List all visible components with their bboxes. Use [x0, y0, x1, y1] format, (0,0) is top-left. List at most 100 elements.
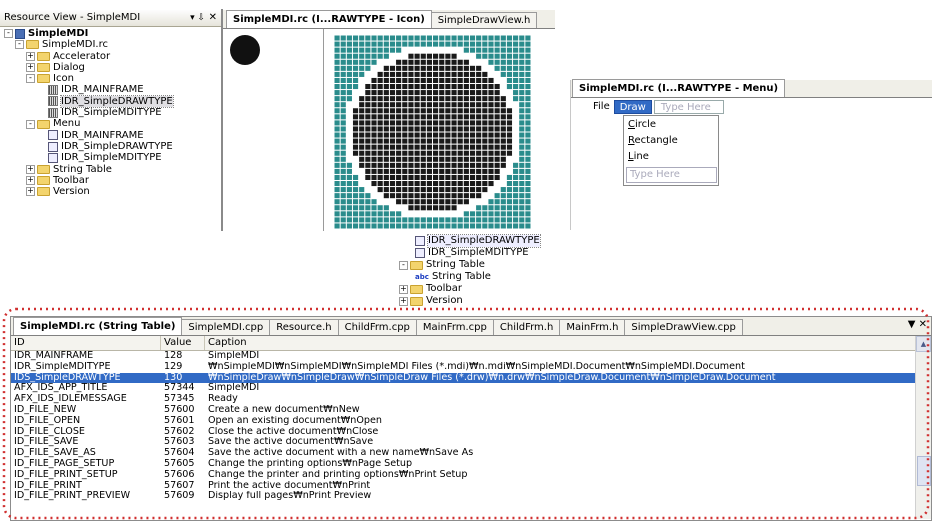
- icon-pixel[interactable]: [439, 35, 445, 41]
- icon-pixel[interactable]: [340, 144, 346, 150]
- icon-pixel[interactable]: [371, 138, 377, 144]
- icon-pixel[interactable]: [494, 211, 500, 217]
- icon-pixel[interactable]: [352, 108, 359, 114]
- icon-pixel[interactable]: [457, 144, 463, 150]
- icon-pixel[interactable]: [506, 120, 513, 126]
- icon-pixel[interactable]: [352, 84, 359, 90]
- icon-pixel[interactable]: [377, 120, 383, 126]
- icon-pixel[interactable]: [389, 126, 396, 132]
- icon-pixel[interactable]: [494, 187, 500, 193]
- icon-pixel[interactable]: [389, 144, 396, 150]
- icon-pixel[interactable]: [359, 156, 365, 162]
- icon-pixel[interactable]: [457, 211, 463, 217]
- icon-pixel[interactable]: [525, 59, 531, 65]
- icon-pixel[interactable]: [365, 90, 371, 96]
- icon-pixel[interactable]: [402, 53, 408, 59]
- icon-pixel[interactable]: [402, 205, 408, 211]
- icon-pixel[interactable]: [346, 174, 352, 180]
- icon-pixel[interactable]: [451, 126, 457, 132]
- icon-pixel[interactable]: [469, 71, 476, 77]
- icon-pixel[interactable]: [433, 84, 439, 90]
- icon-pixel[interactable]: [525, 108, 531, 114]
- icon-pixel[interactable]: [352, 187, 359, 193]
- icon-pixel[interactable]: [488, 174, 494, 180]
- icon-pixel[interactable]: [506, 187, 513, 193]
- icon-pixel[interactable]: [457, 59, 463, 65]
- icon-pixel[interactable]: [494, 53, 500, 59]
- icon-pixel[interactable]: [451, 211, 457, 217]
- icon-pixel[interactable]: [414, 150, 420, 156]
- icon-pixel[interactable]: [414, 77, 420, 83]
- icon-pixel[interactable]: [365, 35, 371, 41]
- icon-pixel[interactable]: [359, 181, 365, 187]
- icon-pixel[interactable]: [420, 47, 426, 53]
- icon-pixel[interactable]: [525, 205, 531, 211]
- icon-pixel[interactable]: [451, 150, 457, 156]
- icon-pixel[interactable]: [389, 162, 396, 168]
- icon-pixel[interactable]: [414, 47, 420, 53]
- icon-pixel[interactable]: [457, 126, 463, 132]
- icon-pixel[interactable]: [426, 168, 432, 174]
- icon-pixel[interactable]: [389, 96, 396, 102]
- icon-pixel[interactable]: [519, 53, 525, 59]
- icon-pixel[interactable]: [451, 162, 457, 168]
- icon-pixel[interactable]: [371, 84, 377, 90]
- icon-pixel[interactable]: [445, 174, 451, 180]
- icon-pixel[interactable]: [340, 181, 346, 187]
- icon-pixel[interactable]: [334, 120, 340, 126]
- icon-pixel[interactable]: [488, 108, 494, 114]
- icon-pixel[interactable]: [389, 114, 396, 120]
- icon-pixel[interactable]: [457, 65, 463, 71]
- collapse-icon[interactable]: -: [26, 119, 35, 129]
- icon-pixel[interactable]: [482, 90, 488, 96]
- icon-pixel[interactable]: [383, 35, 389, 41]
- icon-pixel[interactable]: [340, 102, 346, 108]
- icon-pixel[interactable]: [457, 138, 463, 144]
- icon-pixel[interactable]: [457, 168, 463, 174]
- icon-pixel[interactable]: [439, 102, 445, 108]
- icon-pixel[interactable]: [433, 108, 439, 114]
- icon-pixel[interactable]: [482, 138, 488, 144]
- icon-pixel[interactable]: [414, 59, 420, 65]
- icon-pixel[interactable]: [408, 59, 414, 65]
- icon-pixel[interactable]: [463, 108, 469, 114]
- icon-pixel[interactable]: [439, 217, 445, 223]
- icon-pixel[interactable]: [371, 114, 377, 120]
- icon-pixel[interactable]: [420, 199, 426, 205]
- icon-pixel[interactable]: [500, 35, 506, 41]
- icon-pixel[interactable]: [383, 193, 389, 199]
- icon-pixel[interactable]: [519, 35, 525, 41]
- icon-pixel-canvas[interactable]: [334, 35, 531, 229]
- tree-item[interactable]: - String Table: [395, 259, 560, 271]
- icon-pixel[interactable]: [402, 223, 408, 229]
- icon-pixel[interactable]: [414, 35, 420, 41]
- icon-pixel[interactable]: [426, 102, 432, 108]
- icon-pixel[interactable]: [371, 156, 377, 162]
- icon-pixel[interactable]: [420, 53, 426, 59]
- icon-pixel[interactable]: [377, 187, 383, 193]
- icon-pixel[interactable]: [513, 144, 519, 150]
- icon-pixel[interactable]: [340, 84, 346, 90]
- icon-pixel[interactable]: [377, 217, 383, 223]
- icon-pixel[interactable]: [352, 65, 359, 71]
- icon-pixel[interactable]: [408, 150, 414, 156]
- icon-pixel[interactable]: [426, 84, 432, 90]
- icon-pixel[interactable]: [439, 150, 445, 156]
- icon-pixel[interactable]: [451, 47, 457, 53]
- icon-pixel[interactable]: [365, 108, 371, 114]
- icon-pixel[interactable]: [352, 223, 359, 229]
- icon-pixel[interactable]: [371, 35, 377, 41]
- icon-pixel[interactable]: [420, 223, 426, 229]
- icon-pixel[interactable]: [525, 181, 531, 187]
- icon-pixel[interactable]: [445, 181, 451, 187]
- icon-pixel[interactable]: [346, 71, 352, 77]
- icon-pixel[interactable]: [352, 132, 359, 138]
- icon-pixel[interactable]: [352, 47, 359, 53]
- icon-pixel[interactable]: [340, 193, 346, 199]
- icon-pixel[interactable]: [439, 41, 445, 47]
- icon-pixel[interactable]: [340, 156, 346, 162]
- icon-pixel[interactable]: [408, 187, 414, 193]
- icon-pixel[interactable]: [414, 84, 420, 90]
- icon-pixel[interactable]: [469, 102, 476, 108]
- icon-pixel[interactable]: [402, 108, 408, 114]
